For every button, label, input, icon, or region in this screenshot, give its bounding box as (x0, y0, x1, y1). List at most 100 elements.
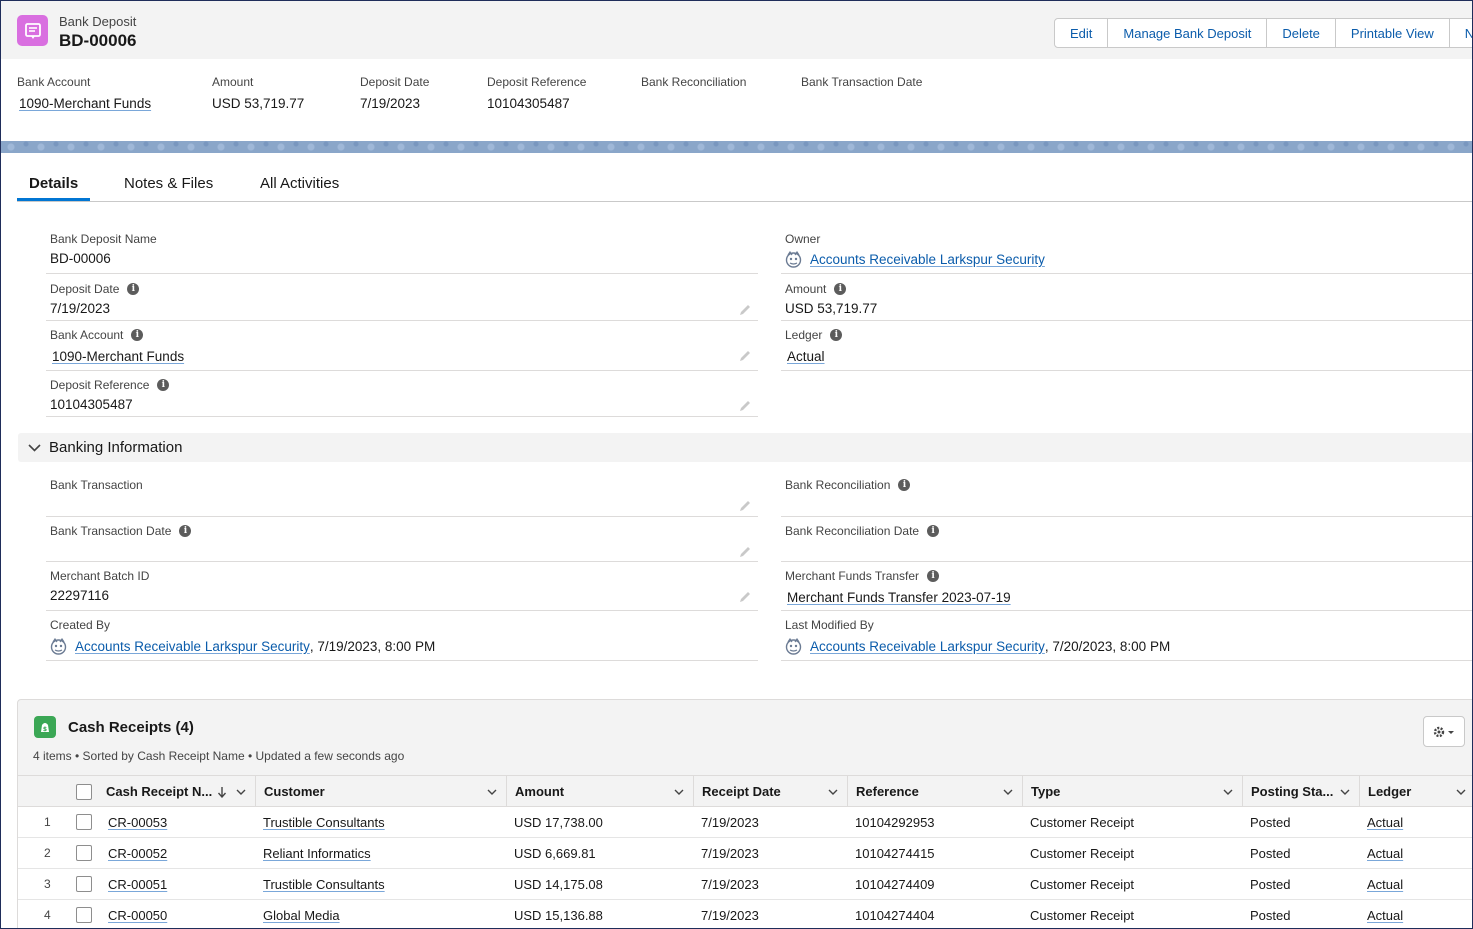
row-checkbox[interactable] (76, 907, 92, 923)
receipt-date-cell: 7/19/2023 (701, 876, 759, 892)
info-icon[interactable]: i (830, 329, 843, 341)
amount-cell: USD 14,175.08 (514, 876, 603, 892)
field-label: Ledger (785, 328, 823, 342)
column-cash-receipt-name[interactable]: Cash Receipt N... (98, 776, 255, 807)
field-label-row: Bank Reconciliation i (785, 478, 911, 492)
highlight-label: Bank Transaction Date (801, 75, 923, 89)
owner-link[interactable]: Accounts Receivable Larkspur Security (810, 252, 1045, 267)
column-amount[interactable]: Amount (506, 776, 693, 807)
info-icon[interactable]: i (127, 283, 140, 295)
column-label: Ledger (1368, 784, 1412, 799)
created-by-link[interactable]: Accounts Receivable Larkspur Security (75, 639, 310, 654)
ledger-link[interactable]: Actual (1359, 900, 1403, 928)
field-ledger: Ledger i Actual (781, 322, 1472, 371)
info-icon[interactable]: i (927, 570, 940, 582)
field-value: BD-00006 (50, 251, 111, 266)
row-checkbox-cell (68, 869, 92, 899)
printable-view-button[interactable]: Printable View (1335, 19, 1450, 47)
field-label-row: Amount i (785, 282, 847, 296)
info-icon[interactable]: i (898, 479, 911, 491)
cash-receipt-link[interactable]: CR-00050 (100, 900, 167, 928)
column-label: Posting Sta... (1251, 784, 1334, 799)
chevron-down-icon[interactable] (827, 786, 839, 798)
pencil-icon[interactable] (738, 399, 752, 413)
ledger-link[interactable]: Actual (787, 349, 825, 364)
last-modified-link[interactable]: Accounts Receivable Larkspur Security (810, 639, 1045, 654)
amount-cell: USD 6,669.81 (514, 845, 596, 861)
banking-section-header[interactable]: Banking Information (18, 433, 1472, 462)
delete-button[interactable]: Delete (1267, 19, 1336, 47)
chevron-down-icon[interactable] (673, 786, 685, 798)
table-row: 3 CR-00051 Trustible Consultants USD 14,… (18, 869, 1472, 900)
bank-account-field-link[interactable]: 1090-Merchant Funds (52, 349, 184, 364)
edit-button[interactable]: Edit (1055, 19, 1109, 47)
posting-status-cell: Posted (1250, 907, 1291, 923)
cash-receipt-link[interactable]: CR-00051 (100, 869, 167, 899)
chevron-down-icon[interactable] (235, 786, 247, 798)
manage-bank-deposit-button[interactable]: Manage Bank Deposit (1108, 19, 1268, 47)
list-settings-button[interactable] (1423, 716, 1465, 747)
customer-link[interactable]: Trustible Consultants (255, 869, 385, 899)
chevron-down-icon[interactable] (1455, 786, 1467, 798)
pencil-icon[interactable] (738, 545, 752, 559)
gear-icon (1433, 726, 1454, 737)
customer-link[interactable]: Trustible Consultants (255, 807, 385, 837)
row-number: 4 (44, 908, 51, 922)
chevron-down-icon[interactable] (486, 786, 498, 798)
info-icon[interactable]: i (179, 525, 192, 537)
column-receipt-date[interactable]: Receipt Date (693, 776, 847, 807)
chevron-down-icon[interactable] (1339, 786, 1351, 798)
chevron-down-icon[interactable] (1222, 786, 1234, 798)
field-label: Bank Reconciliation Date (785, 524, 920, 538)
pencil-icon[interactable] (738, 349, 752, 363)
ledger-link[interactable]: Actual (1359, 838, 1403, 868)
amount-cell: USD 17,738.00 (514, 814, 603, 830)
type-cell: Customer Receipt (1030, 907, 1135, 923)
user-avatar-icon (50, 638, 67, 655)
type-cell: Customer Receipt (1030, 876, 1135, 892)
chevron-down-icon[interactable] (1002, 786, 1014, 798)
column-ledger[interactable]: Ledger (1359, 776, 1471, 807)
info-icon[interactable]: i (927, 525, 940, 537)
column-posting-status[interactable]: Posting Sta... (1242, 776, 1359, 807)
row-checkbox[interactable] (76, 845, 92, 861)
pencil-icon[interactable] (738, 499, 752, 513)
info-icon[interactable]: i (834, 283, 847, 295)
row-checkbox[interactable] (76, 814, 92, 830)
ledger-link[interactable]: Actual (1359, 807, 1403, 837)
tab-all-activities[interactable]: All Activities (260, 175, 339, 192)
row-checkbox[interactable] (76, 876, 92, 892)
reference-cell: 10104274415 (855, 845, 935, 861)
customer-link[interactable]: Reliant Informatics (255, 838, 371, 868)
related-list-title[interactable]: Cash Receipts (4) (68, 719, 194, 736)
column-type[interactable]: Type (1022, 776, 1242, 807)
pencil-icon[interactable] (738, 303, 752, 317)
tab-details[interactable]: Details (29, 175, 78, 192)
chevron-down-icon (28, 444, 41, 452)
bank-account-link[interactable]: 1090-Merchant Funds (19, 96, 151, 111)
column-customer[interactable]: Customer (255, 776, 506, 807)
info-icon[interactable]: i (131, 329, 144, 341)
cash-receipt-link[interactable]: CR-00053 (100, 807, 167, 837)
pencil-icon[interactable] (738, 590, 752, 604)
customer-link[interactable]: Global Media (255, 900, 340, 928)
column-label: Customer (264, 784, 325, 799)
field-bank-transaction: Bank Transaction (46, 472, 758, 517)
highlight-value: 7/19/2023 (360, 96, 421, 111)
tab-notes-files[interactable]: Notes & Files (124, 175, 213, 192)
user-avatar-icon (785, 638, 802, 655)
highlight-value: USD 53,719.77 (212, 96, 305, 111)
record-page: Bank Deposit BD-00006 Edit Manage Bank D… (0, 0, 1473, 929)
cash-receipt-link[interactable]: CR-00052 (100, 838, 167, 868)
info-icon[interactable]: i (157, 379, 170, 391)
merchant-funds-transfer-link[interactable]: Merchant Funds Transfer 2023-07-19 (787, 590, 1011, 605)
field-bank-reconciliation: Bank Reconciliation i (781, 472, 1472, 517)
ledger-link[interactable]: Actual (1359, 869, 1403, 899)
column-reference[interactable]: Reference (847, 776, 1022, 807)
field-label: Merchant Batch ID (50, 569, 150, 583)
sort-descending-icon (217, 787, 227, 798)
select-all-checkbox[interactable] (76, 783, 92, 800)
new-button[interactable]: New (1449, 19, 1472, 47)
field-bank-transaction-date: Bank Transaction Date i (46, 518, 758, 562)
table-row: 4 CR-00050 Global Media USD 15,136.88 7/… (18, 900, 1472, 928)
